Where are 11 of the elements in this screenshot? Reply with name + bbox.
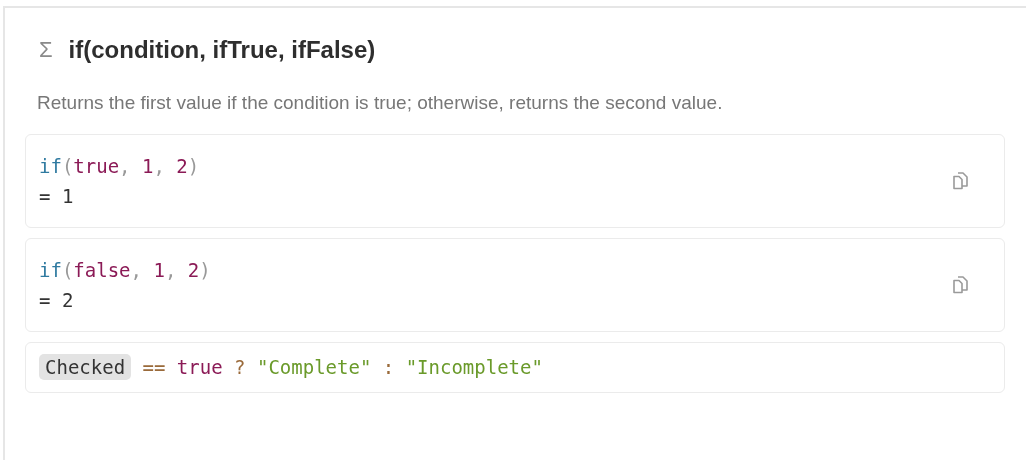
description: Returns the first value if the condition is true; otherwise, returns the second value.	[37, 92, 724, 114]
code-line: if(true, 1, 2)	[39, 155, 200, 177]
result-line: = 1	[39, 185, 75, 207]
property-chip: Checked	[39, 354, 132, 380]
function-title: if(condition, ifTrue, ifFalse)	[68, 36, 376, 64]
copy-icon[interactable]	[952, 171, 970, 191]
result-line: = 2	[39, 289, 75, 311]
copy-icon[interactable]	[952, 275, 970, 295]
code-expression: == true ? "Complete" : "Incomplete"	[141, 356, 543, 378]
sigma-icon: Σ	[39, 37, 53, 63]
code-line: if(false, 1, 2)	[39, 259, 211, 281]
